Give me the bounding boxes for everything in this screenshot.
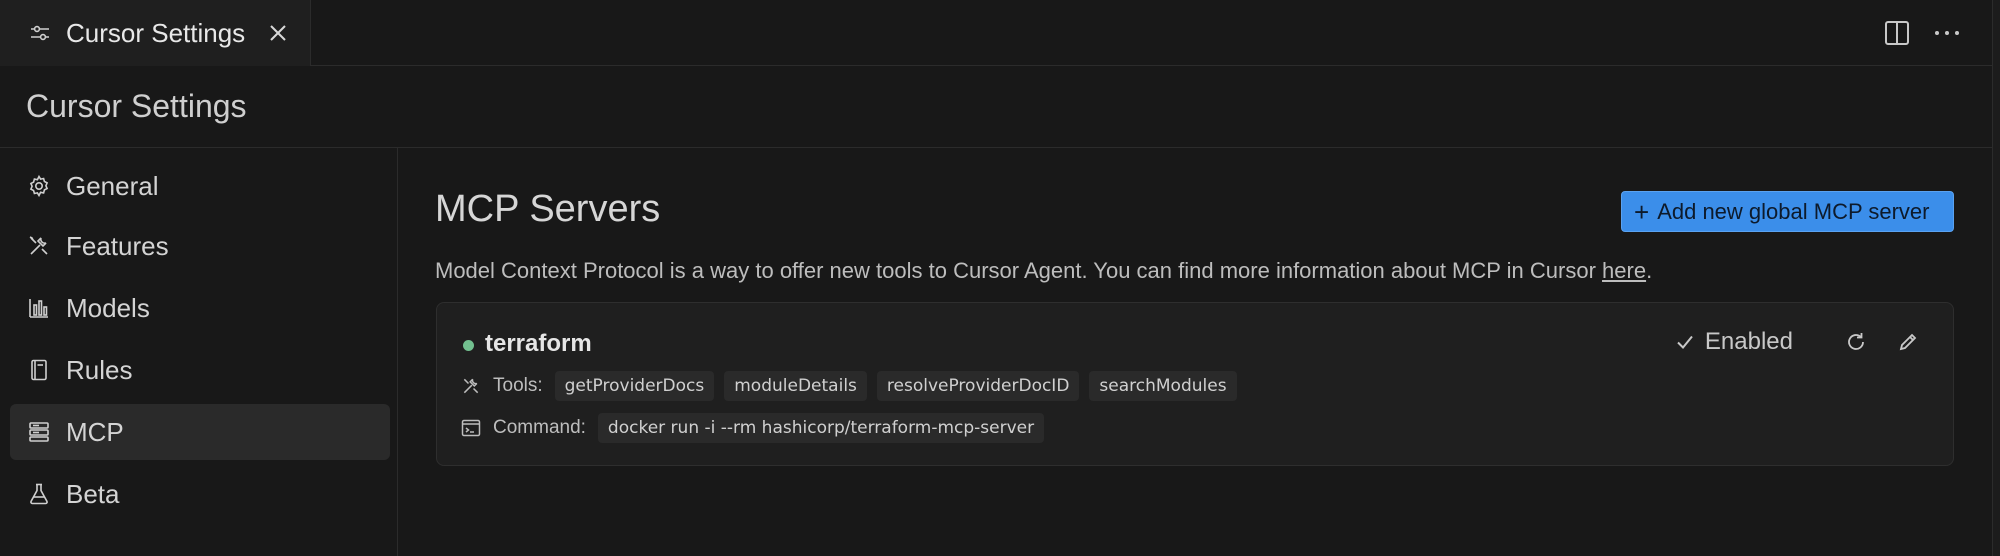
sidebar-item-label: Rules: [66, 354, 133, 385]
close-icon[interactable]: [264, 19, 292, 47]
tools-row: Tools: getProviderDocs moduleDetails res…: [461, 371, 1247, 401]
flask-icon: [26, 481, 52, 507]
tool-chip: resolveProviderDocID: [876, 371, 1080, 401]
tool-chip: moduleDetails: [724, 371, 867, 401]
tab-bar: Cursor Settings: [0, 0, 2000, 66]
settings-sidebar: General Features Models Rules MCP Beta: [0, 148, 398, 556]
sidebar-item-beta[interactable]: Beta: [10, 466, 390, 522]
command-label: Command:: [493, 417, 586, 438]
sidebar-item-label: Beta: [66, 478, 120, 509]
sidebar-item-label: Models: [66, 292, 150, 323]
description-end: .: [1646, 258, 1653, 283]
enabled-toggle[interactable]: Enabled: [1675, 328, 1793, 356]
tab-cursor-settings[interactable]: Cursor Settings: [0, 0, 311, 66]
refresh-icon[interactable]: [1841, 327, 1871, 357]
tool-chip: getProviderDocs: [554, 371, 715, 401]
split-editor-icon[interactable]: [1880, 16, 1914, 50]
check-icon: [1677, 335, 1693, 349]
sidebar-item-label: Features: [66, 230, 169, 261]
add-global-mcp-server-button[interactable]: + Add new global MCP server: [1621, 191, 1954, 232]
tools-label: Tools:: [493, 375, 543, 396]
gear-icon: [26, 173, 52, 199]
terminal-icon: [461, 418, 481, 438]
tools-icon: [26, 233, 52, 259]
sidebar-item-label: MCP: [66, 416, 124, 447]
sidebar-item-label: General: [66, 170, 159, 201]
plus-icon: +: [1634, 196, 1650, 227]
description-text: Model Context Protocol is a way to offer…: [435, 258, 1603, 283]
sidebar-item-mcp[interactable]: MCP: [10, 404, 390, 460]
editor-actions: [1880, 0, 2000, 66]
section-title: MCP Servers: [435, 188, 661, 230]
tab-label: Cursor Settings: [66, 17, 246, 48]
tool-chip: searchModules: [1089, 371, 1237, 401]
command-row: Command: docker run -i --rm hashicorp/te…: [461, 413, 1054, 443]
edit-pencil-icon[interactable]: [1893, 327, 1923, 357]
server-icon: [26, 419, 52, 445]
page-title: Cursor Settings: [26, 88, 247, 124]
add-button-label: Add new global MCP server: [1657, 198, 1930, 224]
sidebar-item-rules[interactable]: Rules: [10, 342, 390, 398]
sidebar-item-models[interactable]: Models: [10, 280, 390, 336]
tools-icon: [461, 376, 481, 396]
more-actions-icon[interactable]: [1930, 16, 1964, 50]
status-indicator: [463, 340, 474, 351]
mcp-server-card: terraform Enabled Tools: getProviderDocs…: [436, 302, 1954, 466]
sidebar-item-general[interactable]: General: [10, 158, 390, 214]
scrollbar[interactable]: [1992, 0, 2000, 556]
sidebar-item-features[interactable]: Features: [10, 218, 390, 274]
server-actions: Enabled: [1675, 327, 1923, 357]
book-icon: [26, 357, 52, 383]
server-name: terraform: [485, 330, 592, 357]
section-description: Model Context Protocol is a way to offer…: [435, 258, 1652, 284]
enabled-label: Enabled: [1704, 328, 1793, 355]
bar-chart-icon: [26, 295, 52, 321]
command-chip: docker run -i --rm hashicorp/terraform-m…: [597, 413, 1045, 443]
settings-sliders-icon: [28, 21, 52, 45]
mcp-docs-link[interactable]: here: [1602, 258, 1646, 283]
